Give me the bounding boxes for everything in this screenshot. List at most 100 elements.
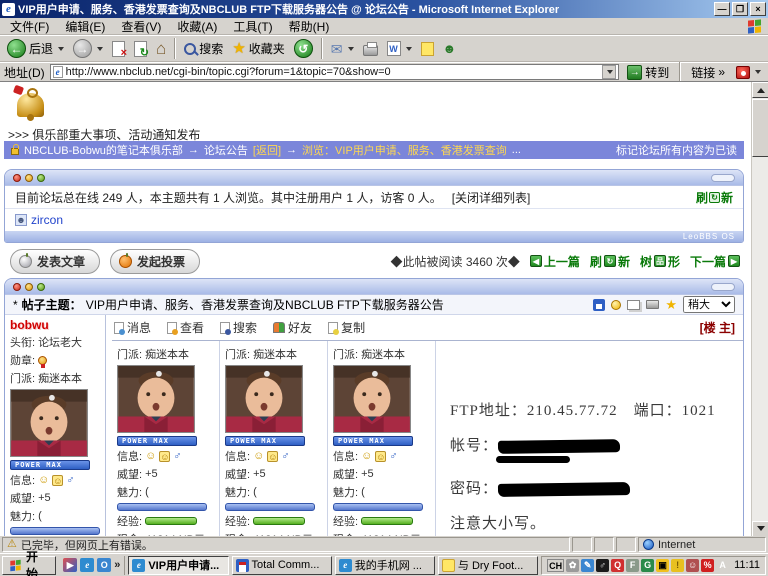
menu-file[interactable]: 文件(F): [2, 17, 57, 36]
smiley-card-icon[interactable]: ☺: [267, 451, 278, 462]
edit-button[interactable]: W: [384, 40, 415, 57]
smiley-card-icon[interactable]: ☺: [52, 475, 63, 486]
smiley-icon[interactable]: ☺: [253, 451, 264, 462]
smiley-card-icon[interactable]: ☺: [375, 451, 386, 462]
task-button-ie-vip[interactable]: e VIP用户申请...: [128, 556, 228, 575]
save-post-icon[interactable]: [593, 299, 605, 311]
smiley-icon[interactable]: ☺: [361, 451, 372, 462]
mark-all-read-link[interactable]: 标记论坛所有内容为已读: [616, 142, 737, 158]
vertical-scrollbar[interactable]: [751, 82, 768, 536]
quicklaunch-chevron[interactable]: »: [114, 559, 120, 571]
add-friend-button[interactable]: 好友: [273, 319, 312, 336]
snagit-dropdown-icon[interactable]: [755, 70, 761, 74]
tree-view-link[interactable]: 树 品 形: [640, 253, 680, 270]
smiley-card-icon[interactable]: ☺: [159, 451, 170, 462]
qq-tray-icon[interactable]: Q: [611, 559, 624, 572]
copy-button[interactable]: 复制: [328, 319, 365, 336]
message-button[interactable]: 消息: [114, 319, 151, 336]
view-profile-button[interactable]: 查看: [167, 319, 204, 336]
restore-button[interactable]: ❐: [732, 2, 748, 16]
breadcrumb-site[interactable]: NBCLUB-Bobwu的笔记本俱乐部: [24, 142, 183, 158]
favorites-button[interactable]: ★ 收藏夹: [229, 39, 287, 58]
forum-software-brand: LeoBBS OS: [683, 232, 735, 241]
print-button[interactable]: [360, 41, 381, 57]
post-panel: * 帖子主题： VIP用户申请、服务、香港发票查询及NBCLUB FTP下载服务…: [4, 278, 744, 536]
home-button[interactable]: ⌂: [153, 39, 169, 58]
scroll-down-button[interactable]: [752, 521, 768, 536]
flower-tray-icon[interactable]: ✿: [566, 559, 579, 572]
address-dropdown-button[interactable]: [602, 65, 616, 79]
new-poll-button[interactable]: 发起投票: [110, 249, 200, 274]
stop-button[interactable]: ×: [109, 40, 128, 58]
favorite-post-icon[interactable]: ★: [665, 298, 677, 311]
task-button-ie-phone[interactable]: e 我的手机网 ...: [335, 556, 435, 575]
start-button[interactable]: 开始: [2, 556, 56, 575]
pages-icon[interactable]: [627, 300, 640, 310]
menu-edit[interactable]: 编辑(E): [57, 17, 113, 36]
pencil-tray-icon[interactable]: ✎: [581, 559, 594, 572]
go-button[interactable]: → 转到: [624, 63, 672, 82]
menu-favorites[interactable]: 收藏(A): [169, 17, 225, 36]
go-label: 转到: [645, 64, 669, 81]
search-posts-button[interactable]: 搜索: [220, 319, 257, 336]
menu-help[interactable]: 帮助(H): [281, 17, 338, 36]
messenger-button[interactable]: ☻: [440, 41, 460, 56]
author-name[interactable]: bobwu: [10, 318, 100, 332]
edit-dropdown-icon[interactable]: [406, 47, 412, 51]
post-toolbar: 消息 查看 搜索 好友 复制 [楼 主]: [112, 317, 743, 341]
scroll-up-button[interactable]: [752, 82, 768, 98]
history-button[interactable]: ↺: [291, 38, 316, 59]
mail-dropdown-icon[interactable]: [348, 47, 354, 51]
address-input[interactable]: e http://www.nbclub.net/cgi-bin/topic.cg…: [50, 64, 620, 80]
refresh-text-right: 新: [721, 189, 733, 206]
print-post-icon[interactable]: [646, 300, 659, 309]
notes-button[interactable]: [418, 41, 437, 57]
breadcrumb-back-link[interactable]: [返回]: [253, 142, 281, 158]
back-dropdown-icon[interactable]: [58, 47, 64, 51]
online-user-link[interactable]: zircon: [31, 213, 63, 227]
task-button-total-commander[interactable]: Total Comm...: [232, 556, 332, 575]
forward-button[interactable]: →: [70, 38, 106, 59]
language-indicator[interactable]: CH: [547, 559, 564, 572]
media-player-icon[interactable]: ▶: [63, 558, 77, 572]
scrollbar-thumb[interactable]: [752, 99, 768, 157]
snagit-button[interactable]: [733, 65, 764, 80]
gamepad-tray-icon[interactable]: G: [641, 559, 654, 572]
ie-quicklaunch-icon[interactable]: e: [80, 558, 94, 572]
minimize-button[interactable]: —: [714, 2, 730, 16]
window-title: VIP用户申请、服务、香港发票查询及NBCLUB FTP下载服务器公告 @ 论坛…: [18, 1, 712, 17]
display-tray-icon[interactable]: ▣: [656, 559, 669, 572]
forward-dropdown-icon[interactable]: [97, 47, 103, 51]
charm-value: (: [38, 510, 42, 522]
smiley-tray-icon[interactable]: ☺: [686, 559, 699, 572]
smiley-icon[interactable]: ☺: [38, 475, 49, 486]
prev-topic-link[interactable]: ◀ 上一篇: [530, 253, 580, 270]
close-detail-list-link[interactable]: [关闭详细列表]: [452, 189, 531, 206]
refresh-topic-link[interactable]: 刷 ↻ 新: [590, 253, 630, 270]
volume-tray-icon[interactable]: %: [701, 559, 714, 572]
menu-tools[interactable]: 工具(T): [225, 17, 280, 36]
mail-button[interactable]: ✉: [328, 41, 357, 57]
back-button[interactable]: ← 后退: [4, 38, 67, 59]
flashget-tray-icon[interactable]: F: [626, 559, 639, 572]
messenger-tray-icon[interactable]: ♂: [596, 559, 609, 572]
clan-value: 痴迷本本: [361, 346, 405, 362]
close-button[interactable]: ×: [750, 2, 766, 16]
go-icon: →: [627, 65, 642, 80]
prestige-value: +5: [253, 468, 266, 480]
font-size-select[interactable]: 稍大: [683, 296, 735, 313]
menu-view[interactable]: 查看(V): [113, 17, 169, 36]
refresh-list-link[interactable]: 刷 ↻ 新: [696, 189, 733, 206]
new-post-button[interactable]: 发表文章: [10, 249, 100, 274]
alert-icon[interactable]: [611, 300, 621, 310]
search-button[interactable]: 搜索: [181, 39, 226, 58]
smiley-icon[interactable]: ☺: [145, 451, 156, 462]
links-button[interactable]: 链接 »: [688, 63, 728, 82]
outlook-icon[interactable]: O: [97, 558, 111, 572]
task-button-dryfoot[interactable]: 与 Dry Foot...: [438, 556, 538, 575]
ati-tray-icon[interactable]: A: [716, 559, 729, 572]
warning-tray-icon[interactable]: !: [671, 559, 684, 572]
refresh-button[interactable]: ↻: [131, 40, 150, 58]
next-topic-link[interactable]: 下一篇 ▶: [690, 253, 740, 270]
breadcrumb-forum[interactable]: 论坛公告: [204, 142, 248, 158]
